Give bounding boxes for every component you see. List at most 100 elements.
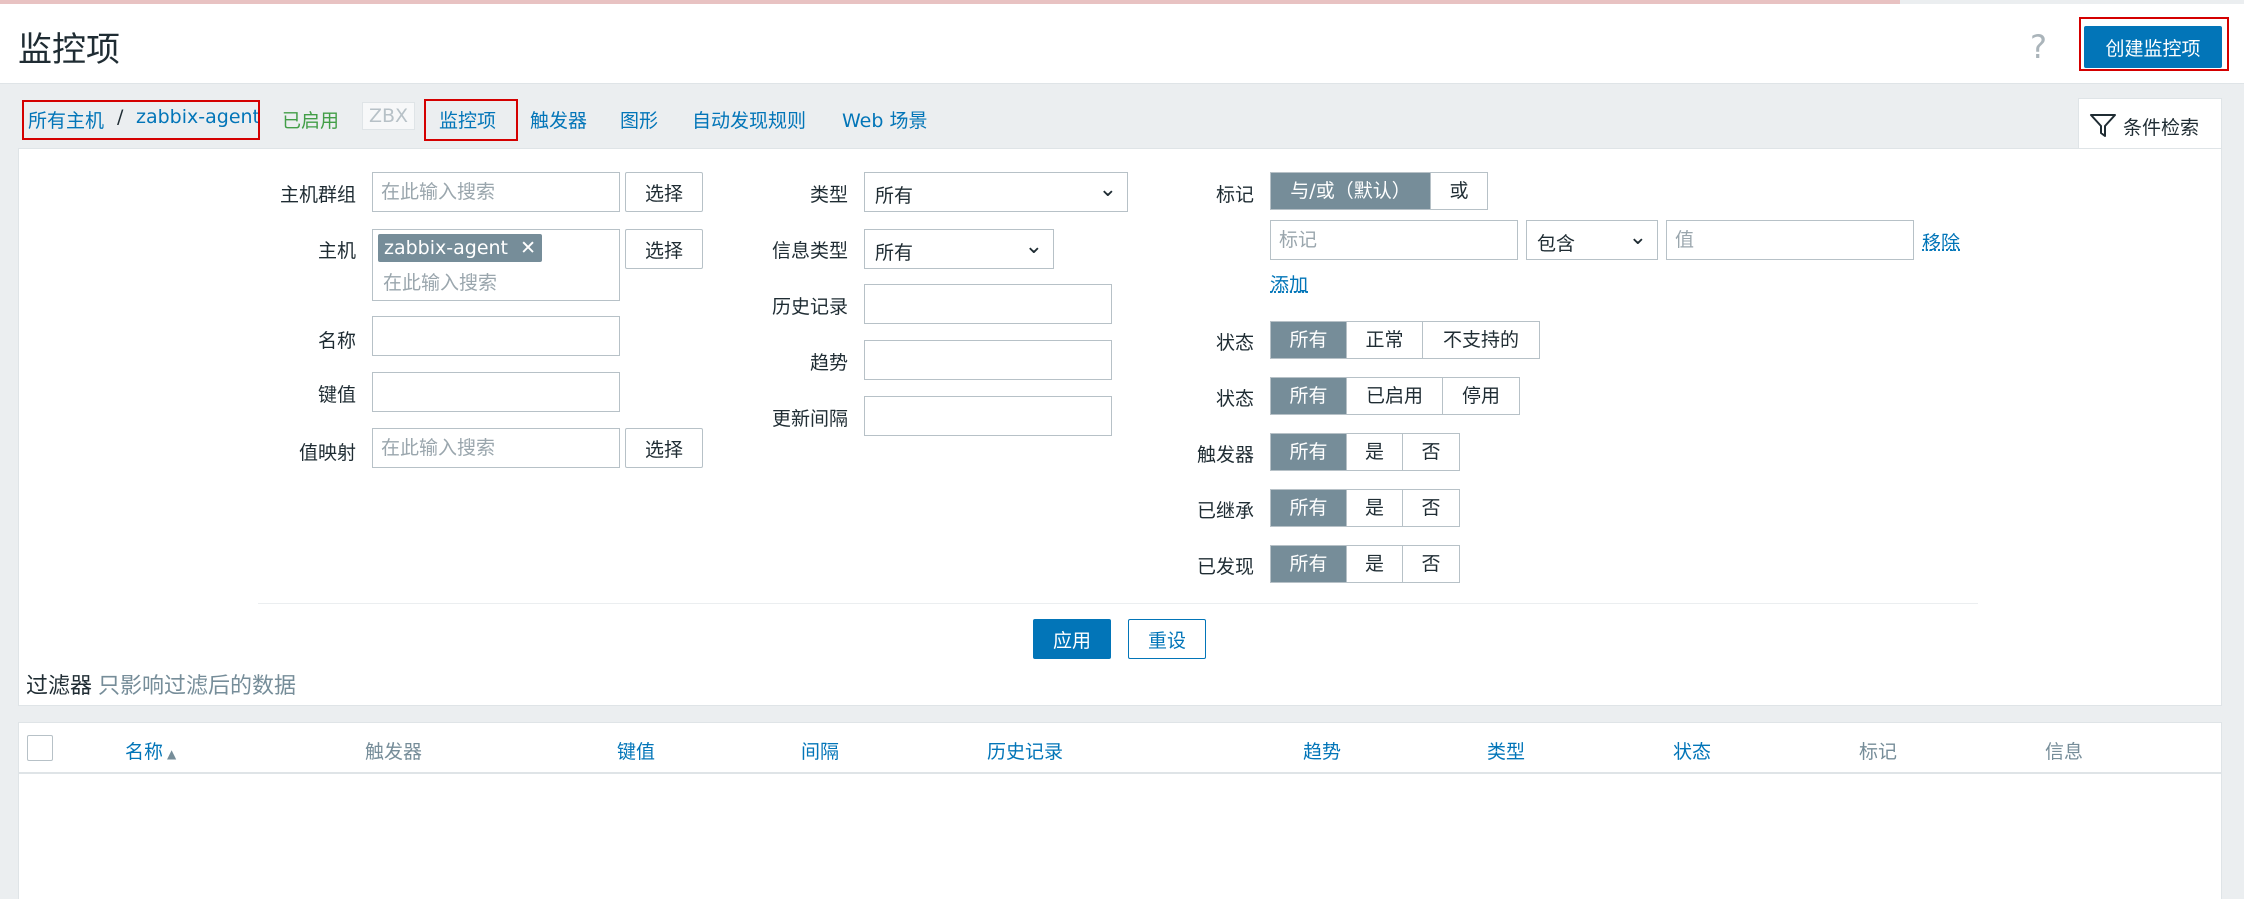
select-all-checkbox[interactable]	[27, 735, 53, 761]
column-name[interactable]: 名称 ▲	[125, 737, 176, 764]
column-status[interactable]: 状态	[1673, 737, 1711, 764]
valuemap-select-button[interactable]: 选择	[625, 428, 703, 468]
state-label: 状态	[1215, 332, 1254, 354]
key-input[interactable]	[372, 372, 620, 412]
host-multiselect[interactable]: zabbix-agent ✕ 在此输入搜索	[372, 229, 620, 301]
page-title: 监控项	[18, 30, 120, 70]
column-type[interactable]: 类型	[1487, 737, 1525, 764]
breadcrumb-host[interactable]: zabbix-agent	[136, 106, 260, 128]
status-enabled-option[interactable]: 已启用	[1347, 378, 1443, 414]
tab-items[interactable]: 监控项	[439, 106, 496, 133]
tag-operator-select[interactable]: 包含 ⌄	[1526, 220, 1658, 260]
triggers-all-option[interactable]: 所有	[1271, 434, 1347, 470]
page-header: 监控项 ? 创建监控项	[0, 4, 2244, 84]
trends-label: 趋势	[809, 352, 848, 374]
type-select[interactable]: 所有 ⌄	[864, 172, 1128, 212]
funnel-icon	[2090, 114, 2116, 137]
column-triggers: 触发器	[365, 741, 423, 763]
state-normal-option[interactable]: 正常	[1347, 322, 1423, 358]
triggers-yes-option[interactable]: 是	[1347, 434, 1403, 470]
tab-web-scenarios[interactable]: Web 场景	[842, 106, 927, 133]
tag-remove-link[interactable]: 移除	[1922, 228, 1960, 255]
filter-tab-label: 条件检索	[2123, 117, 2200, 139]
triggers-no-option[interactable]: 否	[1403, 434, 1459, 470]
host-group-label: 主机群组	[279, 184, 356, 206]
help-icon[interactable]: ?	[2030, 28, 2047, 66]
column-interval[interactable]: 间隔	[801, 737, 839, 764]
breadcrumb-all-hosts[interactable]: 所有主机	[28, 106, 104, 133]
host-chip-label: zabbix-agent	[384, 237, 509, 259]
filter-toggle-tab[interactable]: 条件检索	[2078, 98, 2222, 148]
host-status-enabled[interactable]: 已启用	[282, 106, 339, 133]
create-item-button[interactable]: 创建监控项	[2084, 26, 2222, 68]
filter-note-subtitle: 只影响过滤后的数据	[98, 674, 297, 699]
inherited-label: 已继承	[1196, 500, 1254, 522]
state-all-option[interactable]: 所有	[1271, 322, 1347, 358]
items-table-header: 名称 ▲ 触发器 键值 间隔 历史记录 趋势 类型 状态 标记 信息	[18, 722, 2222, 774]
tab-discovery-rules[interactable]: 自动发现规则	[692, 106, 806, 133]
host-search-placeholder[interactable]: 在此输入搜索	[383, 268, 497, 295]
status-label: 状态	[1215, 388, 1254, 410]
tag-operator-value: 包含	[1537, 233, 1576, 255]
state-unsupported-option[interactable]: 不支持的	[1423, 322, 1539, 358]
filter-note: 过滤器 只影响过滤后的数据	[26, 668, 296, 700]
inherited-no-option[interactable]: 否	[1403, 490, 1459, 526]
history-input[interactable]	[864, 284, 1112, 324]
tags-evaltype-toggle: 与/或（默认） 或	[1270, 172, 1488, 210]
tab-triggers[interactable]: 触发器	[530, 106, 587, 133]
host-select-button[interactable]: 选择	[625, 229, 703, 269]
discovered-all-option[interactable]: 所有	[1271, 546, 1347, 582]
discovered-toggle: 所有 是 否	[1270, 545, 1460, 583]
tags-label: 标记	[1215, 184, 1254, 206]
host-group-input[interactable]	[372, 172, 620, 212]
trends-input[interactable]	[864, 340, 1112, 380]
tag-name-input[interactable]	[1270, 220, 1518, 260]
update-interval-input[interactable]	[864, 396, 1112, 436]
triggers-label: 触发器	[1196, 444, 1254, 466]
triggers-toggle: 所有 是 否	[1270, 433, 1460, 471]
name-input[interactable]	[372, 316, 620, 356]
filter-divider	[258, 603, 1978, 604]
type-label: 类型	[809, 184, 848, 206]
zbx-availability-badge: ZBX	[362, 102, 416, 130]
chevron-down-icon: ⌄	[1024, 234, 1043, 259]
sort-asc-icon: ▲	[167, 747, 177, 761]
key-label: 键值	[317, 384, 356, 406]
discovered-yes-option[interactable]: 是	[1347, 546, 1403, 582]
discovered-label: 已发现	[1196, 556, 1254, 578]
inherited-toggle: 所有 是 否	[1270, 489, 1460, 527]
host-group-select-button[interactable]: 选择	[625, 172, 703, 212]
host-nav-bar: 所有主机 / zabbix-agent 已启用 ZBX 监控项 触发器 图形 自…	[0, 90, 2244, 148]
valuemap-label: 值映射	[298, 442, 356, 464]
chevron-down-icon: ⌄	[1628, 225, 1647, 250]
inherited-yes-option[interactable]: 是	[1347, 490, 1403, 526]
column-key[interactable]: 键值	[617, 737, 655, 764]
discovered-no-option[interactable]: 否	[1403, 546, 1459, 582]
status-disabled-option[interactable]: 停用	[1443, 378, 1519, 414]
column-history[interactable]: 历史记录	[987, 737, 1063, 764]
info-type-select[interactable]: 所有 ⌄	[864, 229, 1054, 269]
filter-note-title: 过滤器	[26, 674, 93, 699]
reset-button[interactable]: 重设	[1128, 619, 1206, 659]
column-trends[interactable]: 趋势	[1303, 737, 1341, 764]
update-interval-label: 更新间隔	[771, 408, 848, 430]
column-info: 信息	[2045, 741, 2084, 763]
chevron-down-icon: ⌄	[1098, 177, 1117, 202]
name-label: 名称	[317, 330, 356, 352]
tag-value-input[interactable]	[1666, 220, 1914, 260]
close-icon[interactable]: ✕	[520, 237, 536, 259]
info-type-label: 信息类型	[771, 240, 848, 262]
column-tags: 标记	[1859, 741, 1898, 763]
tag-add-link[interactable]: 添加	[1270, 270, 1308, 297]
tags-or-option[interactable]: 或	[1431, 173, 1487, 209]
breadcrumb-separator: /	[117, 106, 124, 128]
apply-button[interactable]: 应用	[1033, 619, 1111, 659]
host-label: 主机	[317, 240, 356, 262]
tab-graphs[interactable]: 图形	[620, 106, 658, 133]
valuemap-input[interactable]	[372, 428, 620, 468]
history-label: 历史记录	[771, 296, 848, 318]
inherited-all-option[interactable]: 所有	[1271, 490, 1347, 526]
host-chip[interactable]: zabbix-agent ✕	[378, 234, 542, 262]
tags-and-or-option[interactable]: 与/或（默认）	[1271, 173, 1431, 209]
status-all-option[interactable]: 所有	[1271, 378, 1347, 414]
